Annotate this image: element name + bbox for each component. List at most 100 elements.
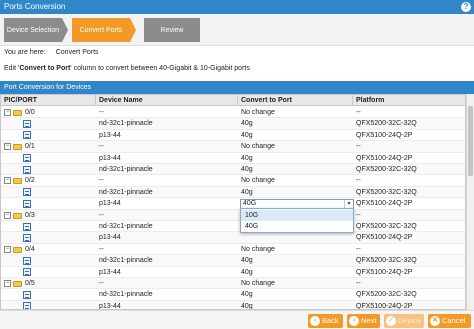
device-name-cell: -- xyxy=(99,143,104,151)
column-header-platform[interactable]: Platform xyxy=(353,95,465,106)
platform-cell: QFX5200-32C-32Q xyxy=(356,120,417,128)
convert-to-port-cell[interactable]: 40g xyxy=(238,153,353,164)
platform-cell: -- xyxy=(356,280,361,287)
device-row[interactable]: nd-32c1-pinnacle 40g QFX5200-32C-32Q xyxy=(1,118,465,130)
column-header-convert-to-port[interactable]: Convert to Port xyxy=(238,95,353,106)
convert-to-port-cell[interactable]: No change xyxy=(238,244,353,255)
folder-icon xyxy=(13,110,22,116)
port-label: 0/0 xyxy=(25,109,35,116)
next-button[interactable]: › Next xyxy=(347,314,380,328)
convert-to-port-cell[interactable]: 40g xyxy=(238,130,353,141)
grid-scrollbar[interactable] xyxy=(466,94,474,310)
port-group-row[interactable]: −0/2 -- No change -- xyxy=(1,175,465,187)
device-port-icon xyxy=(23,256,31,265)
device-row[interactable]: nd-32c1-pinnacle 40g QFX5200-32C-32Q xyxy=(1,255,465,267)
dropdown-option-10g[interactable]: 10G xyxy=(241,210,353,221)
device-name-cell: nd-32c1-pinnacle xyxy=(99,257,153,265)
column-header-device-name[interactable]: Device Name xyxy=(96,95,238,106)
device-row[interactable]: nd-32c1-pinnacle 40g QFX5200-32C-32Q xyxy=(1,186,465,199)
port-cell xyxy=(1,153,96,164)
help-icon[interactable]: ? xyxy=(461,2,471,12)
collapse-icon[interactable]: − xyxy=(4,280,11,287)
dropdown-option-40g[interactable]: 40G xyxy=(241,221,353,232)
platform-cell: QFX5100-24Q-2P xyxy=(356,200,413,208)
device-row[interactable]: p13-44 40g QFX5100-24Q-2P xyxy=(1,300,465,309)
convert-to-port-cell[interactable] xyxy=(238,232,353,243)
convert-to-port-cell[interactable]: 40g xyxy=(238,289,353,300)
platform-cell: QFX5100-24Q-2P xyxy=(356,154,413,162)
platform-cell: -- xyxy=(356,109,361,116)
device-row[interactable]: nd-32c1-pinnacle 40g QFX5200-32C-32Q xyxy=(1,164,465,176)
folder-icon xyxy=(13,144,22,151)
convert-to-port-cell[interactable]: 40g xyxy=(238,164,353,175)
select-value: 40G xyxy=(243,199,257,207)
platform-cell: QFX5100-24Q-2P xyxy=(356,234,413,242)
platform-cell: QFX5200-32C-32Q xyxy=(356,166,417,173)
port-cell: − 0/4 xyxy=(1,244,96,255)
convert-to-port-cell[interactable]: 40g xyxy=(238,187,353,198)
convert-to-port-cell[interactable]: 40g xyxy=(238,118,353,129)
platform-cell: -- xyxy=(356,245,361,253)
grid-header: PIC/PORT Device Name Convert to Port Pla… xyxy=(1,95,465,106)
port-label: 0/4 xyxy=(25,245,35,253)
breadcrumb-prefix: You are here: xyxy=(4,49,46,56)
convert-to-port-cell[interactable]: 40g xyxy=(238,267,353,278)
step-review[interactable]: Review xyxy=(144,18,200,42)
device-name-cell: nd-32c1-pinnacle xyxy=(99,291,153,299)
port-group-row[interactable]: −0/5 -- No change -- xyxy=(1,278,465,290)
device-row[interactable]: p13-44 QFX5100-24Q-2P xyxy=(1,232,465,244)
collapse-icon[interactable]: − xyxy=(4,177,11,185)
collapse-icon[interactable]: − xyxy=(4,245,11,253)
platform-cell: -- xyxy=(356,143,361,151)
device-row[interactable]: p13-44 40G ▾ QFX5100-24Q-2P xyxy=(1,198,465,210)
device-row[interactable]: p13-44 40g QFX5100-24Q-2P xyxy=(1,153,465,164)
port-cell xyxy=(1,232,96,243)
device-row[interactable]: p13-44 40g QFX5100-24Q-2P xyxy=(1,130,465,142)
collapse-icon[interactable]: − xyxy=(4,143,11,151)
convert-to-port-cell[interactable]: No change xyxy=(238,175,353,186)
breadcrumb: You are here: Convert Ports xyxy=(4,49,99,56)
folder-icon xyxy=(13,281,22,287)
platform-cell: -- xyxy=(356,211,361,219)
device-name-cell: p13-44 xyxy=(99,268,121,276)
port-group-row[interactable]: − 0/3 -- -- xyxy=(1,209,465,221)
back-arrow-icon: ‹ xyxy=(310,316,320,326)
step-convert-ports[interactable]: Convert Ports xyxy=(72,18,130,42)
cancel-button[interactable]: ✕ Cancel xyxy=(428,314,471,328)
device-name-cell: -- xyxy=(99,245,104,253)
port-cell: − 0/5 xyxy=(1,278,96,289)
platform-cell: -- xyxy=(356,177,361,185)
port-group-row[interactable]: −0/0 -- No change -- xyxy=(1,107,465,119)
device-name-cell: p13-44 xyxy=(99,200,121,208)
device-port-icon xyxy=(23,222,31,231)
convert-to-port-cell[interactable]: No change xyxy=(238,278,353,289)
device-row[interactable]: nd-32c1-pinnacle QFX5200-32C-32Q xyxy=(1,221,465,233)
platform-cell: QFX5200-32C-32Q xyxy=(356,257,417,265)
port-cell xyxy=(1,255,96,266)
port-group-row[interactable]: −0/4 -- No change -- xyxy=(1,244,465,256)
convert-to-port-cell[interactable]: 40g xyxy=(238,255,353,266)
port-label: 0/1 xyxy=(25,143,35,151)
deploy-button[interactable]: ✓ Deploy xyxy=(384,314,424,328)
column-header-pic-port[interactable]: PIC/PORT xyxy=(1,95,96,106)
port-label: 0/5 xyxy=(25,280,35,287)
device-port-icon xyxy=(23,302,31,309)
platform-cell: QFX5100-24Q-2P xyxy=(356,131,413,139)
device-port-icon xyxy=(23,268,31,277)
back-button[interactable]: ‹ Back xyxy=(308,314,343,328)
step-device-selection[interactable]: Device Selection xyxy=(4,18,62,42)
device-row[interactable]: p13-44 40g QFX5100-24Q-2P xyxy=(1,267,465,278)
port-group-row[interactable]: −0/1 -- No change -- xyxy=(1,141,465,153)
convert-to-port-cell[interactable]: 40g xyxy=(238,301,353,309)
port-cell: − 0/2 xyxy=(1,175,96,186)
port-cell xyxy=(1,289,96,300)
collapse-icon[interactable]: − xyxy=(4,211,11,219)
device-port-icon xyxy=(23,154,31,163)
convert-port-dropdown[interactable]: 10G 40G xyxy=(240,208,354,233)
scrollbar-thumb[interactable] xyxy=(468,106,473,176)
device-row[interactable]: nd-32c1-pinnacle 40g QFX5200-32C-32Q xyxy=(1,289,465,301)
convert-to-port-cell[interactable]: No change xyxy=(238,107,353,118)
convert-to-port-cell[interactable]: No change xyxy=(238,141,353,152)
chevron-down-icon[interactable]: ▾ xyxy=(344,199,353,208)
collapse-icon[interactable]: − xyxy=(4,109,11,116)
